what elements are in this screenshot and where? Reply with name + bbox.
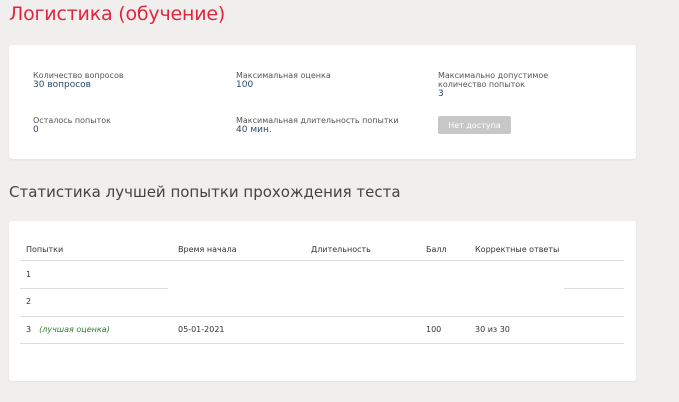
remaining-attempts-label: Осталось попыток: [33, 116, 111, 125]
row-attempt-cell: 3 (лучшая оценка): [26, 325, 110, 334]
page-title: Логистика (обучение): [9, 3, 226, 25]
max-attempts: Максимально допустимое количество попыто…: [438, 71, 598, 100]
no-access-button[interactable]: Нет доступа: [438, 116, 511, 134]
row-score: 100: [426, 325, 442, 334]
best-score-note: (лучшая оценка): [39, 325, 110, 334]
col-header-score: Балл: [426, 245, 447, 254]
row-divider: [564, 288, 624, 289]
col-header-duration: Длительность: [311, 245, 371, 254]
max-duration-label: Максимальная длительность попытки: [236, 116, 399, 125]
row-correct: 30 из 30: [475, 325, 510, 334]
max-attempts-value: 3: [438, 89, 444, 99]
header-divider: [20, 260, 624, 261]
row-divider: [20, 288, 168, 289]
col-header-correct: Корректные ответы: [475, 245, 560, 254]
col-header-start-time: Время начала: [178, 245, 237, 254]
max-duration-value: 40 мин.: [236, 125, 272, 135]
max-score: Максимальная оценка 100: [236, 71, 331, 91]
row-attempt: 1: [26, 270, 32, 279]
row-divider: [20, 343, 624, 344]
max-score-value: 100: [236, 80, 254, 90]
test-info-card: Количество вопросов 30 вопросов Максимал…: [9, 45, 636, 159]
stats-table-card: Попытки Время начала Длительность Балл К…: [9, 221, 636, 381]
row-divider: [20, 316, 624, 317]
row-attempt: 2: [26, 297, 32, 306]
question-count-value: 30 вопросов: [33, 80, 91, 90]
question-count: Количество вопросов 30 вопросов: [33, 71, 124, 91]
remaining-attempts: Осталось попыток 0: [33, 116, 111, 136]
max-attempts-label: Максимально допустимое количество попыто…: [438, 71, 549, 89]
remaining-attempts-value: 0: [33, 125, 39, 135]
max-score-label: Максимальная оценка: [236, 71, 331, 80]
row-attempt: 3: [26, 325, 32, 334]
col-header-attempts: Попытки: [26, 245, 64, 254]
stats-section-title: Статистика лучшей попытки прохождения те…: [9, 183, 401, 201]
row-start-time: 05-01-2021: [178, 325, 225, 334]
question-count-label: Количество вопросов: [33, 71, 124, 80]
max-duration: Максимальная длительность попытки 40 мин…: [236, 116, 399, 136]
